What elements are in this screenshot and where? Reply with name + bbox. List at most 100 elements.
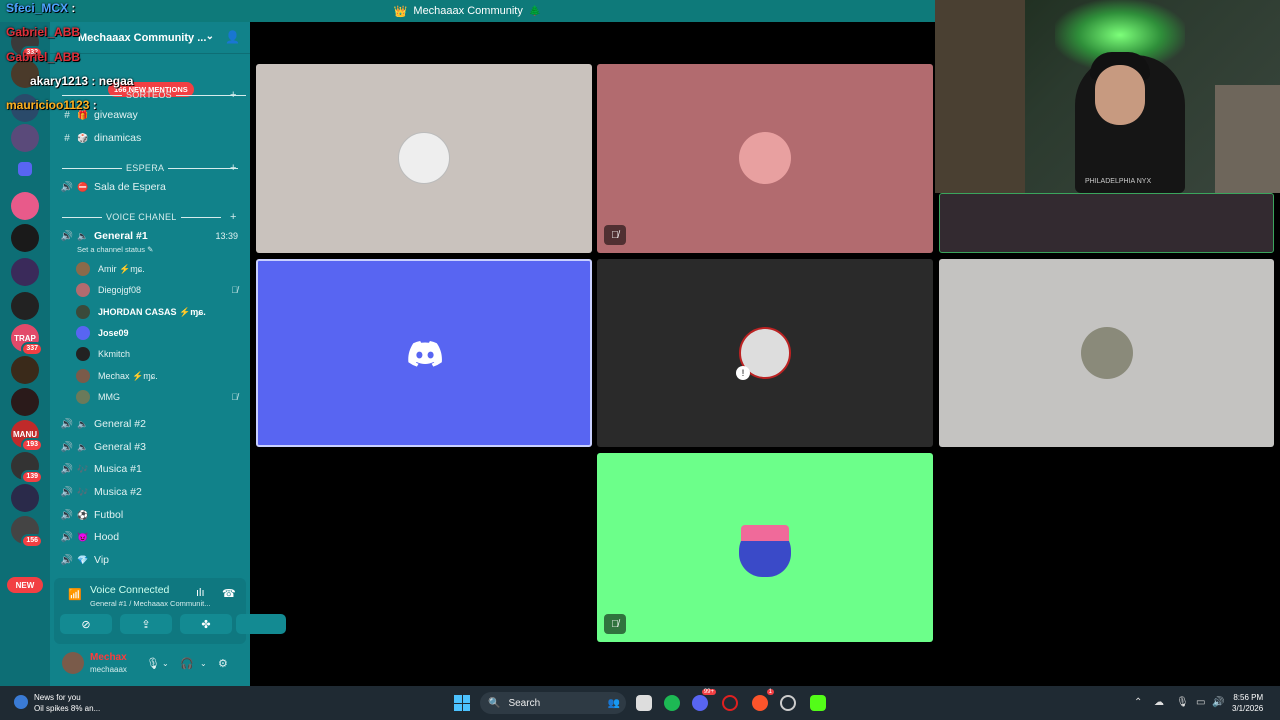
disconnect-icon[interactable]: ☎ xyxy=(222,587,236,600)
add-channel-icon[interactable]: + xyxy=(230,89,237,101)
channel-hood[interactable]: 🔊 😈 Hood xyxy=(50,527,250,547)
speaker-icon: 🔊 xyxy=(60,181,74,193)
clock[interactable]: 8:56 PM 3/1/2026 xyxy=(1232,692,1263,714)
voice-member[interactable]: Amir ⚡ɱɕ. xyxy=(76,260,246,278)
member-tag: ⚡ɱɕ. xyxy=(179,306,206,317)
overlay-chat-line: Gabriel_ABB xyxy=(6,50,80,64)
new-badge[interactable]: NEW xyxy=(7,577,43,593)
channel-dinamicas[interactable]: # 🎲 dinamicas xyxy=(50,128,250,148)
server-icon[interactable] xyxy=(11,292,39,320)
voice-member[interactable]: MMG 🎙̸ xyxy=(76,388,246,406)
call-timer: 13:39 xyxy=(215,231,238,241)
channel-futbol[interactable]: 🔊 ⚽ Futbol xyxy=(50,505,250,525)
signal-icon[interactable]: 📶 xyxy=(68,588,82,601)
server-icon[interactable] xyxy=(18,162,32,176)
overlay-chat-line: mauricioo1123 : xyxy=(6,98,97,112)
channel-status-label: Set a channel status xyxy=(77,245,145,254)
participant-tile[interactable] xyxy=(256,259,592,447)
channel-general-2[interactable]: 🔊 🔈 General #2 xyxy=(50,414,250,434)
noise-suppression-icon[interactable]: ılı xyxy=(196,587,205,599)
avatar[interactable] xyxy=(62,652,84,674)
speaker-icon: 🔊 xyxy=(60,509,74,521)
chat-user: Gabriel_ABB xyxy=(6,50,81,64)
add-channel-icon[interactable]: + xyxy=(230,211,237,223)
category-espera[interactable]: ESPERA + xyxy=(58,161,242,175)
channel-status[interactable]: Set a channel status ✎ xyxy=(77,245,153,254)
brave-badge: 1 xyxy=(766,689,774,695)
server-icon[interactable]: 156 xyxy=(11,516,43,548)
chevron-down-icon[interactable]: ⌄ xyxy=(162,659,169,668)
microphone-icon[interactable]: 🎙 xyxy=(146,657,160,670)
overlay-chat-line: Sfeci_MCX : xyxy=(6,1,75,15)
start-button[interactable] xyxy=(454,695,470,711)
avatar xyxy=(76,347,90,361)
channel-musica-2[interactable]: 🔊 🎶 Musica #2 xyxy=(50,482,250,502)
member-name: Amir xyxy=(98,264,117,274)
diamond-icon: 💎 xyxy=(77,554,89,565)
participant-tile[interactable] xyxy=(256,64,592,253)
add-member-icon[interactable]: 👤 xyxy=(225,30,240,44)
spotify-icon[interactable] xyxy=(664,695,680,711)
network-icon[interactable]: ▭ xyxy=(1196,697,1205,708)
server-icon[interactable] xyxy=(11,192,39,220)
gear-icon[interactable]: ⚙ xyxy=(218,657,228,670)
server-icon[interactable] xyxy=(11,356,39,384)
voice-member[interactable]: Jose09 xyxy=(76,324,246,342)
voice-member[interactable]: Mechax ⚡ɱɕ. xyxy=(76,367,246,385)
server-icon[interactable]: 139 xyxy=(11,452,43,484)
server-icon[interactable] xyxy=(11,224,39,252)
obs-icon[interactable] xyxy=(780,695,796,711)
brave-icon[interactable]: 1 xyxy=(752,689,774,711)
chevron-up-icon[interactable]: ⌃ xyxy=(1134,697,1142,708)
add-channel-icon[interactable]: + xyxy=(230,162,237,174)
activities-button[interactable]: ✤ xyxy=(180,614,232,634)
chevron-down-icon[interactable]: ⌄ xyxy=(206,31,214,42)
kick-icon[interactable] xyxy=(810,695,826,711)
participant-tile[interactable] xyxy=(939,259,1274,447)
chevron-down-icon[interactable]: ⌄ xyxy=(200,659,207,668)
voice-member[interactable]: Diegojgf08 🎙̸ xyxy=(76,281,246,299)
camera-off-button[interactable]: ⊘ xyxy=(60,614,112,634)
file-explorer-icon[interactable] xyxy=(636,695,652,711)
channel-general-1[interactable]: 🔊 🔈 General #1 13:39 xyxy=(50,226,250,246)
news-subtitle: Oil spikes 8% an... xyxy=(34,704,101,713)
participant-tile[interactable]: 🎙̸ xyxy=(597,453,933,642)
channel-vip[interactable]: 🔊 💎 Vip xyxy=(50,550,250,570)
participant-tile[interactable] xyxy=(939,193,1274,253)
soundboard-button[interactable] xyxy=(236,614,286,634)
server-icon[interactable]: TRAP 337 xyxy=(11,324,43,356)
category-voice[interactable]: VOICE CHANEL + xyxy=(58,210,236,224)
channel-general-3[interactable]: 🔊 🔈 General #3 xyxy=(50,437,250,457)
volume-icon[interactable]: 🔊 xyxy=(1212,697,1224,708)
news-widget[interactable]: News for you Oil spikes 8% an... xyxy=(14,692,100,714)
server-icon[interactable] xyxy=(11,484,39,512)
couch-image xyxy=(1215,85,1280,193)
participant-tile[interactable]: ! xyxy=(597,259,933,447)
voice-member[interactable]: JHORDAN CASAS ⚡ɱɕ. xyxy=(76,303,246,321)
chat-text: : xyxy=(71,1,76,15)
cloud-icon[interactable]: ☁ xyxy=(1154,697,1164,708)
member-name: MMG xyxy=(98,392,120,402)
screen-share-icon: ⇪ xyxy=(141,618,151,631)
headphones-icon[interactable]: 🎧 xyxy=(180,657,194,670)
opera-icon[interactable] xyxy=(722,695,738,711)
screen-share-button[interactable]: ⇪ xyxy=(120,614,172,634)
chat-user: akary1213 xyxy=(30,74,89,88)
channel-sala-espera[interactable]: 🔊 ⛔ Sala de Espera xyxy=(50,177,250,197)
server-icon[interactable] xyxy=(11,124,39,152)
server-icon[interactable]: MANU 193 xyxy=(11,420,43,452)
mic-muted-icon: 🎙̸ xyxy=(231,392,238,402)
participant-tile[interactable]: 🎙̸ xyxy=(597,64,933,253)
voice-location[interactable]: General #1 / Mechaaax Communit... xyxy=(90,599,210,608)
voice-status[interactable]: Voice Connected xyxy=(90,584,169,596)
channel-musica-1[interactable]: 🔊 🎶 Musica #1 xyxy=(50,459,250,479)
voice-member[interactable]: Kkmitch xyxy=(76,345,246,363)
search-box[interactable]: 🔍 Search 👥 xyxy=(480,692,626,714)
mic-tray-icon[interactable]: 🎙 xyxy=(1176,697,1189,708)
soccer-ball-icon: ⚽ xyxy=(77,509,89,520)
speaker-icon: 🔊 xyxy=(60,463,74,475)
server-icon[interactable] xyxy=(11,388,39,416)
discord-icon[interactable]: 99+ xyxy=(692,689,716,711)
server-icon[interactable] xyxy=(11,258,39,286)
dice-icon: 🎲 xyxy=(77,132,89,143)
